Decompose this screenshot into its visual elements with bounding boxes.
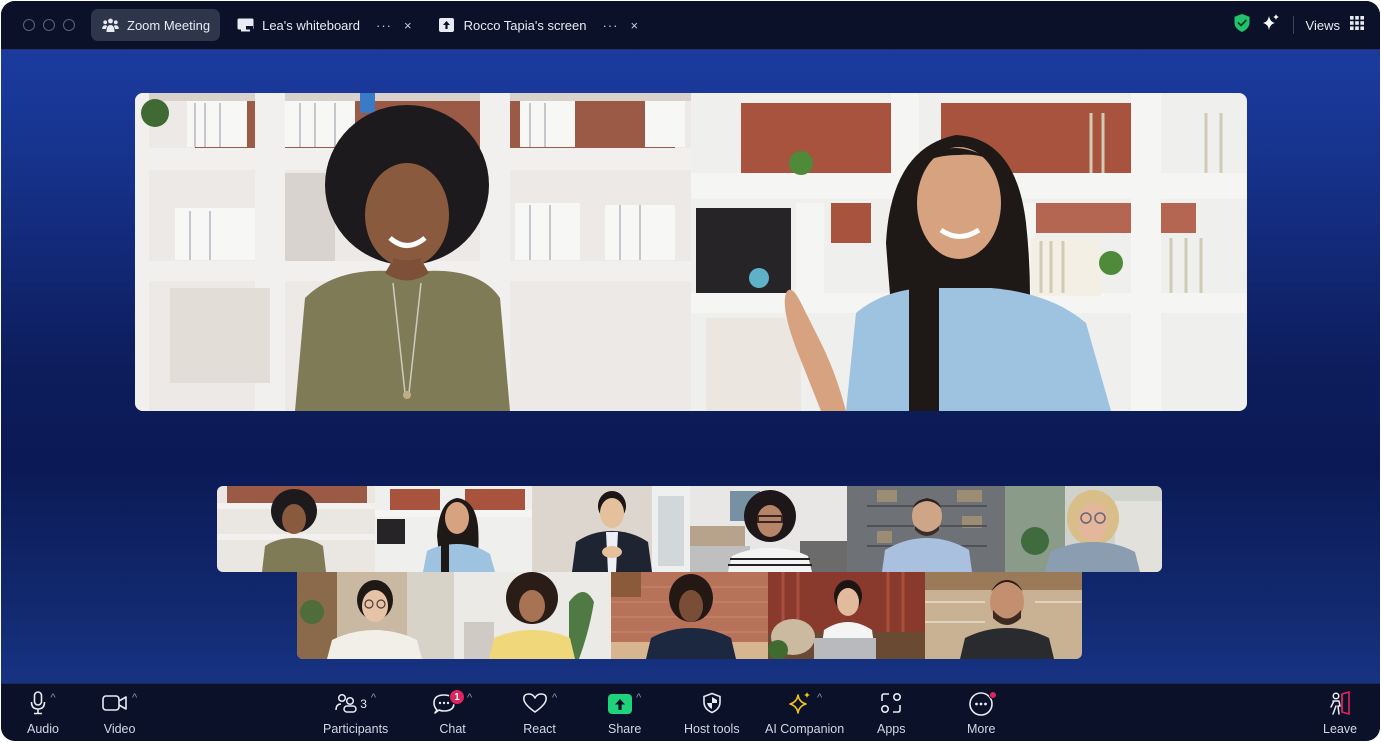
host-shield-icon: [702, 692, 722, 717]
apps-icon: [880, 692, 902, 717]
maximize-window-button[interactable]: [63, 19, 75, 31]
share-options-caret[interactable]: ^: [636, 692, 641, 704]
views-label[interactable]: Views: [1306, 18, 1340, 33]
video-feed: [454, 572, 611, 659]
video-tile-speaker-2[interactable]: [691, 93, 1247, 411]
video-feed: [135, 93, 691, 411]
participant-count: 3: [360, 697, 367, 711]
title-bar: Zoom Meeting Lea's whiteboard ··· × Rocc…: [1, 1, 1380, 49]
leave-button[interactable]: Leave: [1323, 690, 1357, 736]
ai-companion-button[interactable]: ^ AI Companion: [765, 690, 844, 736]
tab-label: Lea's whiteboard: [262, 17, 360, 33]
tab-close-button[interactable]: ×: [404, 18, 412, 33]
tab-whiteboard[interactable]: Lea's whiteboard ··· ×: [226, 9, 421, 41]
participants-options-caret[interactable]: ^: [371, 692, 376, 704]
chat-button[interactable]: 1 ^ Chat: [433, 689, 472, 736]
video-label: Video: [103, 722, 136, 736]
minimize-window-button[interactable]: [43, 19, 55, 31]
video-tile-speaker-1[interactable]: [135, 93, 691, 411]
window-controls: [23, 19, 75, 31]
grid-icon[interactable]: [1350, 15, 1364, 35]
audio-button[interactable]: ^ Audio: [27, 690, 59, 736]
chat-label: Chat: [439, 722, 466, 736]
video-feed: [297, 572, 454, 659]
gallery-tile-4[interactable]: [689, 486, 847, 572]
tab-more-button[interactable]: ···: [603, 18, 619, 33]
react-label: React: [523, 722, 556, 736]
gallery-tile-6[interactable]: [1004, 486, 1162, 572]
chat-icon: 1: [433, 689, 465, 715]
whiteboard-icon: [236, 17, 254, 33]
video-feed: [847, 486, 1005, 572]
people-group-icon: [101, 17, 119, 33]
share-label: Share: [608, 722, 642, 736]
leave-door-icon: [1327, 690, 1353, 719]
share-screen-icon: [438, 17, 456, 33]
video-feed: [217, 486, 375, 572]
tab-shared-screen[interactable]: Rocco Tapia's screen ··· ×: [428, 9, 649, 41]
ai-companion-label: AI Companion: [765, 722, 845, 736]
tab-more-button[interactable]: ···: [376, 18, 392, 33]
gallery-tile-11[interactable]: [925, 572, 1082, 659]
gallery-tile-3[interactable]: [532, 486, 690, 572]
audio-label: Audio: [27, 722, 59, 736]
chat-options-caret[interactable]: ^: [467, 692, 472, 704]
active-speakers: [135, 93, 1247, 411]
host-tools-button[interactable]: Host tools: [684, 690, 740, 736]
react-button[interactable]: ^ React: [522, 690, 557, 736]
gallery-tile-10[interactable]: [768, 572, 925, 659]
more-notification-dot: [989, 691, 998, 699]
tab-zoom-meeting[interactable]: Zoom Meeting: [91, 9, 221, 41]
apps-label: Apps: [877, 722, 906, 736]
video-feed: [374, 486, 532, 572]
apps-button[interactable]: Apps: [877, 690, 906, 736]
video-feed: [532, 486, 690, 572]
ai-sparkle-icon: [787, 691, 813, 718]
video-button[interactable]: ^ Video: [102, 690, 137, 736]
unread-chat-badge: 1: [449, 689, 465, 705]
gallery-tile-7[interactable]: [297, 572, 454, 659]
leave-label: Leave: [1323, 722, 1358, 736]
share-button[interactable]: ^ Share: [608, 690, 641, 736]
react-options-caret[interactable]: ^: [552, 692, 557, 704]
meeting-toolbar: ^ Audio ^ Video 3 ^ Participants 1 ^ Cha…: [1, 683, 1380, 741]
participants-button[interactable]: 3 ^ Participants: [323, 690, 388, 736]
gallery-tile-1[interactable]: [217, 486, 375, 572]
video-camera-icon: [102, 694, 128, 715]
ai-companion-options-caret[interactable]: ^: [817, 692, 822, 704]
video-feed: [1004, 486, 1162, 572]
heart-icon: [522, 692, 548, 717]
share-screen-icon: [608, 694, 633, 714]
sparkle-icon[interactable]: [1261, 13, 1281, 38]
host-tools-label: Host tools: [684, 722, 740, 736]
zoom-meeting-window: Zoom Meeting Lea's whiteboard ··· × Rocc…: [1, 1, 1380, 741]
divider: [1292, 16, 1294, 34]
gallery-row-2: [297, 572, 1082, 659]
microphone-icon: [30, 690, 46, 718]
video-feed: [689, 486, 847, 572]
video-feed: [925, 572, 1082, 659]
more-button[interactable]: More: [967, 690, 998, 736]
participants-label: Participants: [323, 722, 389, 736]
gallery-tile-8[interactable]: [454, 572, 611, 659]
tab-label: Zoom Meeting: [127, 17, 211, 33]
titlebar-right-controls: Views: [1233, 13, 1380, 38]
gallery-tile-5[interactable]: [847, 486, 1005, 572]
shield-check-icon[interactable]: [1233, 13, 1251, 38]
tab-label: Rocco Tapia's screen: [463, 17, 587, 33]
tab-close-button[interactable]: ×: [631, 18, 639, 33]
gallery-tile-2[interactable]: [374, 486, 532, 572]
more-icon: [968, 691, 998, 717]
video-feed: [768, 572, 925, 659]
gallery-tile-9[interactable]: [611, 572, 768, 659]
close-window-button[interactable]: [23, 19, 35, 31]
video-feed: [611, 572, 768, 659]
audio-options-caret[interactable]: ^: [50, 692, 55, 704]
video-options-caret[interactable]: ^: [132, 692, 137, 704]
video-feed: [691, 93, 1247, 411]
meeting-stage: [1, 49, 1380, 683]
more-label: More: [967, 722, 996, 736]
participants-icon: [335, 693, 357, 716]
gallery-row-1: [217, 486, 1162, 572]
